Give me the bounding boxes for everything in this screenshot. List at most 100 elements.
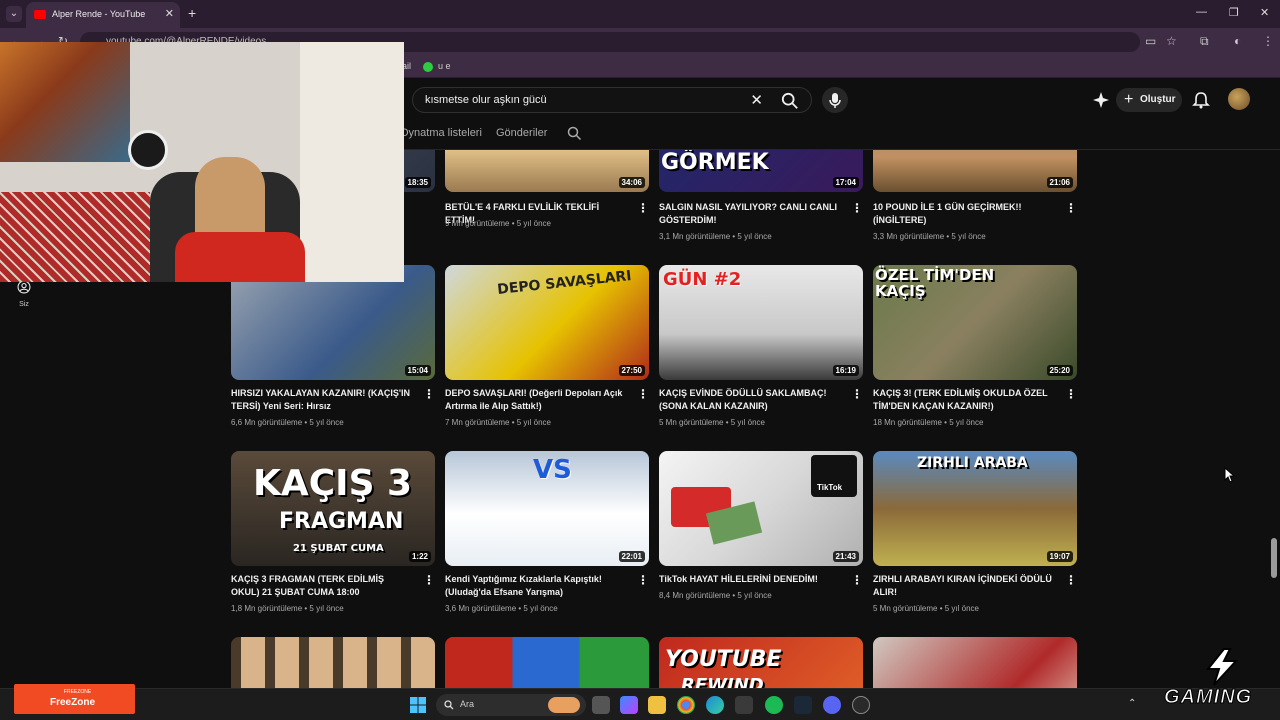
video-views: 9 Mn görüntüleme [445, 219, 510, 228]
video-thumbnail[interactable]: DEPO SAVAŞLARI 27:50 [445, 265, 649, 380]
video-age: 5 yıl önce [951, 232, 986, 241]
video-thumbnail[interactable] [231, 637, 435, 688]
minimize-icon[interactable]: — [1196, 6, 1207, 18]
video-views: 18 Mn görüntüleme [873, 418, 942, 427]
thumbnail-text: VS [533, 455, 572, 485]
video-menu-icon[interactable]: ⋮ [423, 387, 435, 401]
gaming-text: GAMING [1163, 686, 1253, 709]
create-button[interactable]: + Oluştur [1116, 88, 1182, 112]
video-title[interactable]: SALGIN NASIL YAYILIYOR? CANLI CANLI GÖST… [659, 201, 839, 227]
browser-menu-icon[interactable]: ⋮ [1262, 34, 1274, 48]
video-title[interactable]: HIRSIZI YAKALAYAN KAZANIR! (KAÇIŞ'IN TER… [231, 387, 411, 413]
video-title[interactable]: DEPO SAVAŞLARI! (Değerli Depoları Açık A… [445, 387, 625, 413]
video-title[interactable]: 10 POUND İLE 1 GÜN GEÇİRMEK!! (İNGİLTERE… [873, 201, 1053, 227]
file-explorer-icon[interactable] [648, 696, 666, 714]
account-avatar[interactable] [1228, 88, 1250, 110]
video-views: 7 Mn görüntüleme [445, 418, 510, 427]
video-thumbnail[interactable] [873, 637, 1077, 688]
video-thumbnail[interactable]: KAÇIŞ 3 FRAGMAN 21 ŞUBAT CUMA 1:22 [231, 451, 435, 566]
page-scrollbar[interactable] [1271, 538, 1277, 578]
restore-icon[interactable]: ❐ [1229, 6, 1239, 19]
video-menu-icon[interactable]: ⋮ [1065, 387, 1077, 401]
bookmark-favicon-icon [423, 62, 433, 72]
obs-icon[interactable] [852, 696, 870, 714]
tab-search-button[interactable]: ⌄ [6, 6, 22, 22]
steam-icon[interactable] [794, 696, 812, 714]
video-title[interactable]: TikTok HAYAT HİLELERİNİ DENEDİM! [659, 573, 839, 586]
task-view-icon[interactable] [592, 696, 610, 714]
video-thumbnail[interactable] [445, 637, 649, 688]
youtube-favicon-icon [34, 10, 46, 19]
video-views: 1,8 Mn görüntüleme [231, 604, 303, 613]
windows-start-icon[interactable] [410, 697, 426, 713]
discord-icon[interactable] [823, 696, 841, 714]
profile-icon[interactable]: ◐ [1234, 34, 1241, 48]
browser-tab-youtube[interactable]: Alper Rende - YouTube ✕ [26, 2, 180, 28]
create-label: Oluştur [1140, 94, 1176, 105]
video-thumbnail[interactable]: YOUTUBE REWIND [659, 637, 863, 688]
thumbnail-text: 21 ŞUBAT CUMA [293, 543, 384, 554]
clear-search-icon[interactable]: ✕ [750, 91, 763, 109]
video-menu-icon[interactable]: ⋮ [637, 201, 649, 215]
store-icon[interactable] [735, 696, 753, 714]
video-menu-icon[interactable]: ⋮ [851, 573, 863, 587]
video-duration: 21:06 [1046, 177, 1073, 188]
video-title[interactable]: Kendi Yaptığımız Kızaklarla Kapıştık! (U… [445, 573, 625, 599]
sidebar-item-you[interactable]: Siz [12, 280, 36, 308]
voice-search-button[interactable] [822, 87, 848, 113]
video-thumbnail[interactable]: ZIRHLI ARABA 19:07 [873, 451, 1077, 566]
cast-icon[interactable]: ▭ [1145, 34, 1156, 48]
channel-search-icon[interactable] [567, 126, 582, 141]
video-title[interactable]: KAÇIŞ 3 FRAGMAN (TERK EDİLMİŞ OKUL) 21 Ş… [231, 573, 411, 599]
video-thumbnail[interactable]: GÜN #2 16:19 [659, 265, 863, 380]
video-meta: 3,6 Mn görüntüleme • 5 yıl önce [445, 604, 558, 613]
thumbnail-text: REWIND [681, 675, 764, 688]
video-age: 5 yıl önce [730, 418, 765, 427]
video-thumbnail[interactable]: VS 22:01 [445, 451, 649, 566]
extensions-icon[interactable]: ⧉ [1200, 34, 1209, 49]
taskbar-search-icon [444, 700, 454, 710]
tab-posts[interactable]: Gönderiler [496, 127, 547, 139]
taskbar-search-input[interactable]: Ara [436, 694, 586, 716]
video-thumbnail[interactable]: 15:04 [231, 265, 435, 380]
freezone-text: FreeZone [50, 697, 96, 708]
edge-icon[interactable] [706, 696, 724, 714]
video-menu-icon[interactable]: ⋮ [851, 387, 863, 401]
video-thumbnail[interactable]: GÖRMEK 17:04 [659, 150, 863, 192]
video-menu-icon[interactable]: ⋮ [637, 387, 649, 401]
video-age: 5 yıl önce [944, 604, 979, 613]
search-input[interactable]: kısmetse olur aşkın gücü ✕ [412, 87, 812, 113]
new-tab-button[interactable]: + [188, 5, 196, 21]
window-close-icon[interactable]: ✕ [1260, 6, 1269, 19]
notifications-bell-icon[interactable] [1191, 90, 1211, 110]
webcam-overlay [0, 42, 404, 282]
video-duration: 21:43 [832, 551, 859, 562]
bookmark-item[interactable]: u e [438, 61, 451, 71]
video-menu-icon[interactable]: ⋮ [851, 201, 863, 215]
video-views: 5 Mn görüntüleme [659, 418, 724, 427]
video-menu-icon[interactable]: ⋮ [637, 573, 649, 587]
search-icon[interactable] [781, 92, 799, 110]
video-title[interactable]: KAÇIŞ 3! (TERK EDİLMİŞ OKULDA ÖZEL TİM'D… [873, 387, 1053, 413]
tab-close-icon[interactable]: ✕ [165, 7, 174, 20]
bed [0, 192, 150, 282]
chrome-icon[interactable] [677, 696, 695, 714]
tray-expand-icon[interactable]: ⌃ [1128, 698, 1136, 709]
tab-playlists[interactable]: Oynatma listeleri [400, 127, 482, 139]
video-thumbnail[interactable]: 21:06 [873, 150, 1077, 192]
video-thumbnail[interactable]: TikTok 21:43 [659, 451, 863, 566]
video-title[interactable]: ZIRHLI ARABAYI KIRAN İÇİNDEKİ ÖDÜLÜ ALIR… [873, 573, 1053, 599]
video-thumbnail[interactable]: ÖZEL TİM'DEN KAÇIŞ 25:20 [873, 265, 1077, 380]
bookmark-star-icon[interactable]: ☆ [1166, 34, 1177, 48]
freezone-banner: FREEZONE FreeZone [14, 684, 135, 714]
video-menu-icon[interactable]: ⋮ [423, 573, 435, 587]
video-title[interactable]: KAÇIŞ EVİNDE ÖDÜLLÜ SAKLAMBAÇ! (SONA KAL… [659, 387, 839, 413]
video-menu-icon[interactable]: ⋮ [1065, 201, 1077, 215]
video-thumbnail[interactable]: 34:06 [445, 150, 649, 192]
thumbnail-text: YOUTUBE [665, 647, 782, 672]
video-menu-icon[interactable]: ⋮ [1065, 573, 1077, 587]
sparkle-icon[interactable] [1091, 90, 1111, 110]
spotify-icon[interactable] [765, 696, 783, 714]
copilot-icon[interactable] [620, 696, 638, 714]
video-views: 3,6 Mn görüntüleme [445, 604, 517, 613]
